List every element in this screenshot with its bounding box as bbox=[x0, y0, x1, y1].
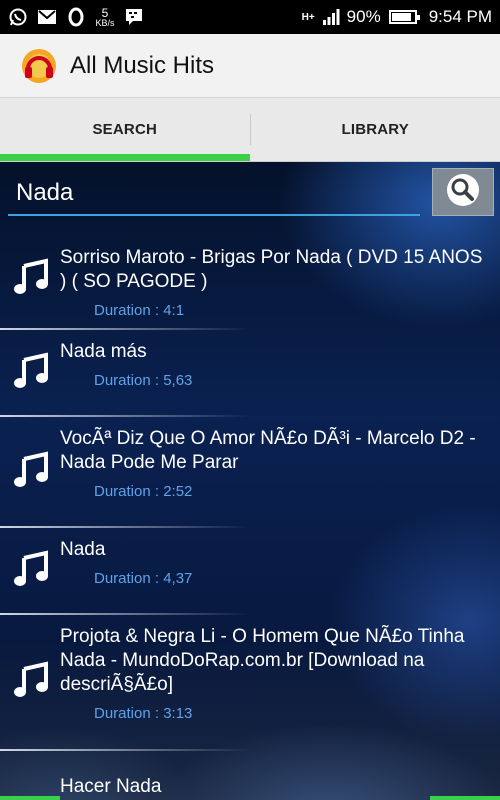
song-duration: Duration : 4:1 bbox=[94, 302, 185, 319]
search-button[interactable] bbox=[432, 168, 494, 216]
song-title: Hacer Nada bbox=[60, 776, 162, 797]
clock: 9:54 PM bbox=[428, 7, 492, 26]
bottom-accent-strip bbox=[0, 796, 500, 800]
tab-library[interactable]: LIBRARY bbox=[251, 98, 500, 161]
song-title: Nada más bbox=[60, 341, 147, 362]
search-results-panel: Sorriso Maroto - Brigas Por Nada ( DVD 1… bbox=[0, 162, 500, 800]
results-list: Sorriso Maroto - Brigas Por Nada ( DVD 1… bbox=[0, 234, 500, 800]
accent-right bbox=[430, 796, 500, 800]
headphones-logo-icon[interactable] bbox=[20, 47, 58, 85]
music-note-icon bbox=[12, 550, 50, 588]
music-note-icon bbox=[12, 352, 50, 390]
accent-left bbox=[0, 796, 60, 800]
search-bar bbox=[0, 162, 500, 224]
search-input[interactable] bbox=[8, 172, 420, 216]
tab-bar: SEARCH LIBRARY bbox=[0, 98, 500, 162]
battery-icon bbox=[388, 10, 420, 24]
list-item[interactable]: Sorriso Maroto - Brigas Por Nada ( DVD 1… bbox=[0, 234, 500, 328]
music-note-icon bbox=[12, 258, 50, 296]
list-item[interactable]: Hacer Nada bbox=[0, 749, 500, 800]
opera-icon bbox=[66, 7, 86, 27]
bbm-icon bbox=[124, 7, 144, 27]
network-type: H+ bbox=[301, 11, 315, 23]
battery-level bbox=[391, 13, 412, 21]
system-status: H+ 90% 9:54 PM bbox=[302, 7, 492, 27]
list-item[interactable]: VocÃª Diz Que O Amor NÃ£o DÃ³i - Marcelo… bbox=[0, 415, 500, 526]
gmail-icon bbox=[37, 7, 57, 27]
network-speed: 5 KB/s bbox=[95, 7, 115, 28]
song-title: VocÃª Diz Que O Amor NÃ£o DÃ³i - Marcelo… bbox=[60, 428, 476, 473]
song-duration: Duration : 4,37 bbox=[94, 570, 193, 587]
app-title: All Music Hits bbox=[70, 51, 215, 79]
speed-unit: KB/s bbox=[95, 17, 115, 28]
song-duration: Duration : 5,63 bbox=[94, 372, 193, 389]
status-bar: 5 KB/s H+ 90% 9:54 PM bbox=[0, 0, 500, 34]
app-action-bar: All Music Hits bbox=[0, 34, 500, 98]
tab-search[interactable]: SEARCH bbox=[0, 98, 250, 161]
music-note-icon bbox=[12, 661, 50, 699]
song-title: Nada bbox=[60, 539, 106, 560]
music-note-icon bbox=[12, 451, 50, 489]
whatsapp-icon bbox=[8, 7, 28, 27]
song-duration: Duration : 2:52 bbox=[94, 483, 193, 500]
song-title: Projota & Negra Li - O Homem Que NÃ£o Ti… bbox=[60, 626, 465, 695]
list-item[interactable]: Projota & Negra Li - O Homem Que NÃ£o Ti… bbox=[0, 613, 500, 749]
song-duration: Duration : 3:13 bbox=[94, 705, 193, 722]
signal-icon bbox=[321, 7, 341, 27]
notification-icons: 5 KB/s bbox=[8, 7, 144, 28]
list-item[interactable]: Nada más Duration : 5,63 bbox=[0, 328, 500, 415]
battery-percent: 90% bbox=[346, 7, 381, 26]
search-icon bbox=[445, 172, 481, 213]
song-title: Sorriso Maroto - Brigas Por Nada ( DVD 1… bbox=[60, 247, 483, 292]
list-item[interactable]: Nada Duration : 4,37 bbox=[0, 526, 500, 613]
